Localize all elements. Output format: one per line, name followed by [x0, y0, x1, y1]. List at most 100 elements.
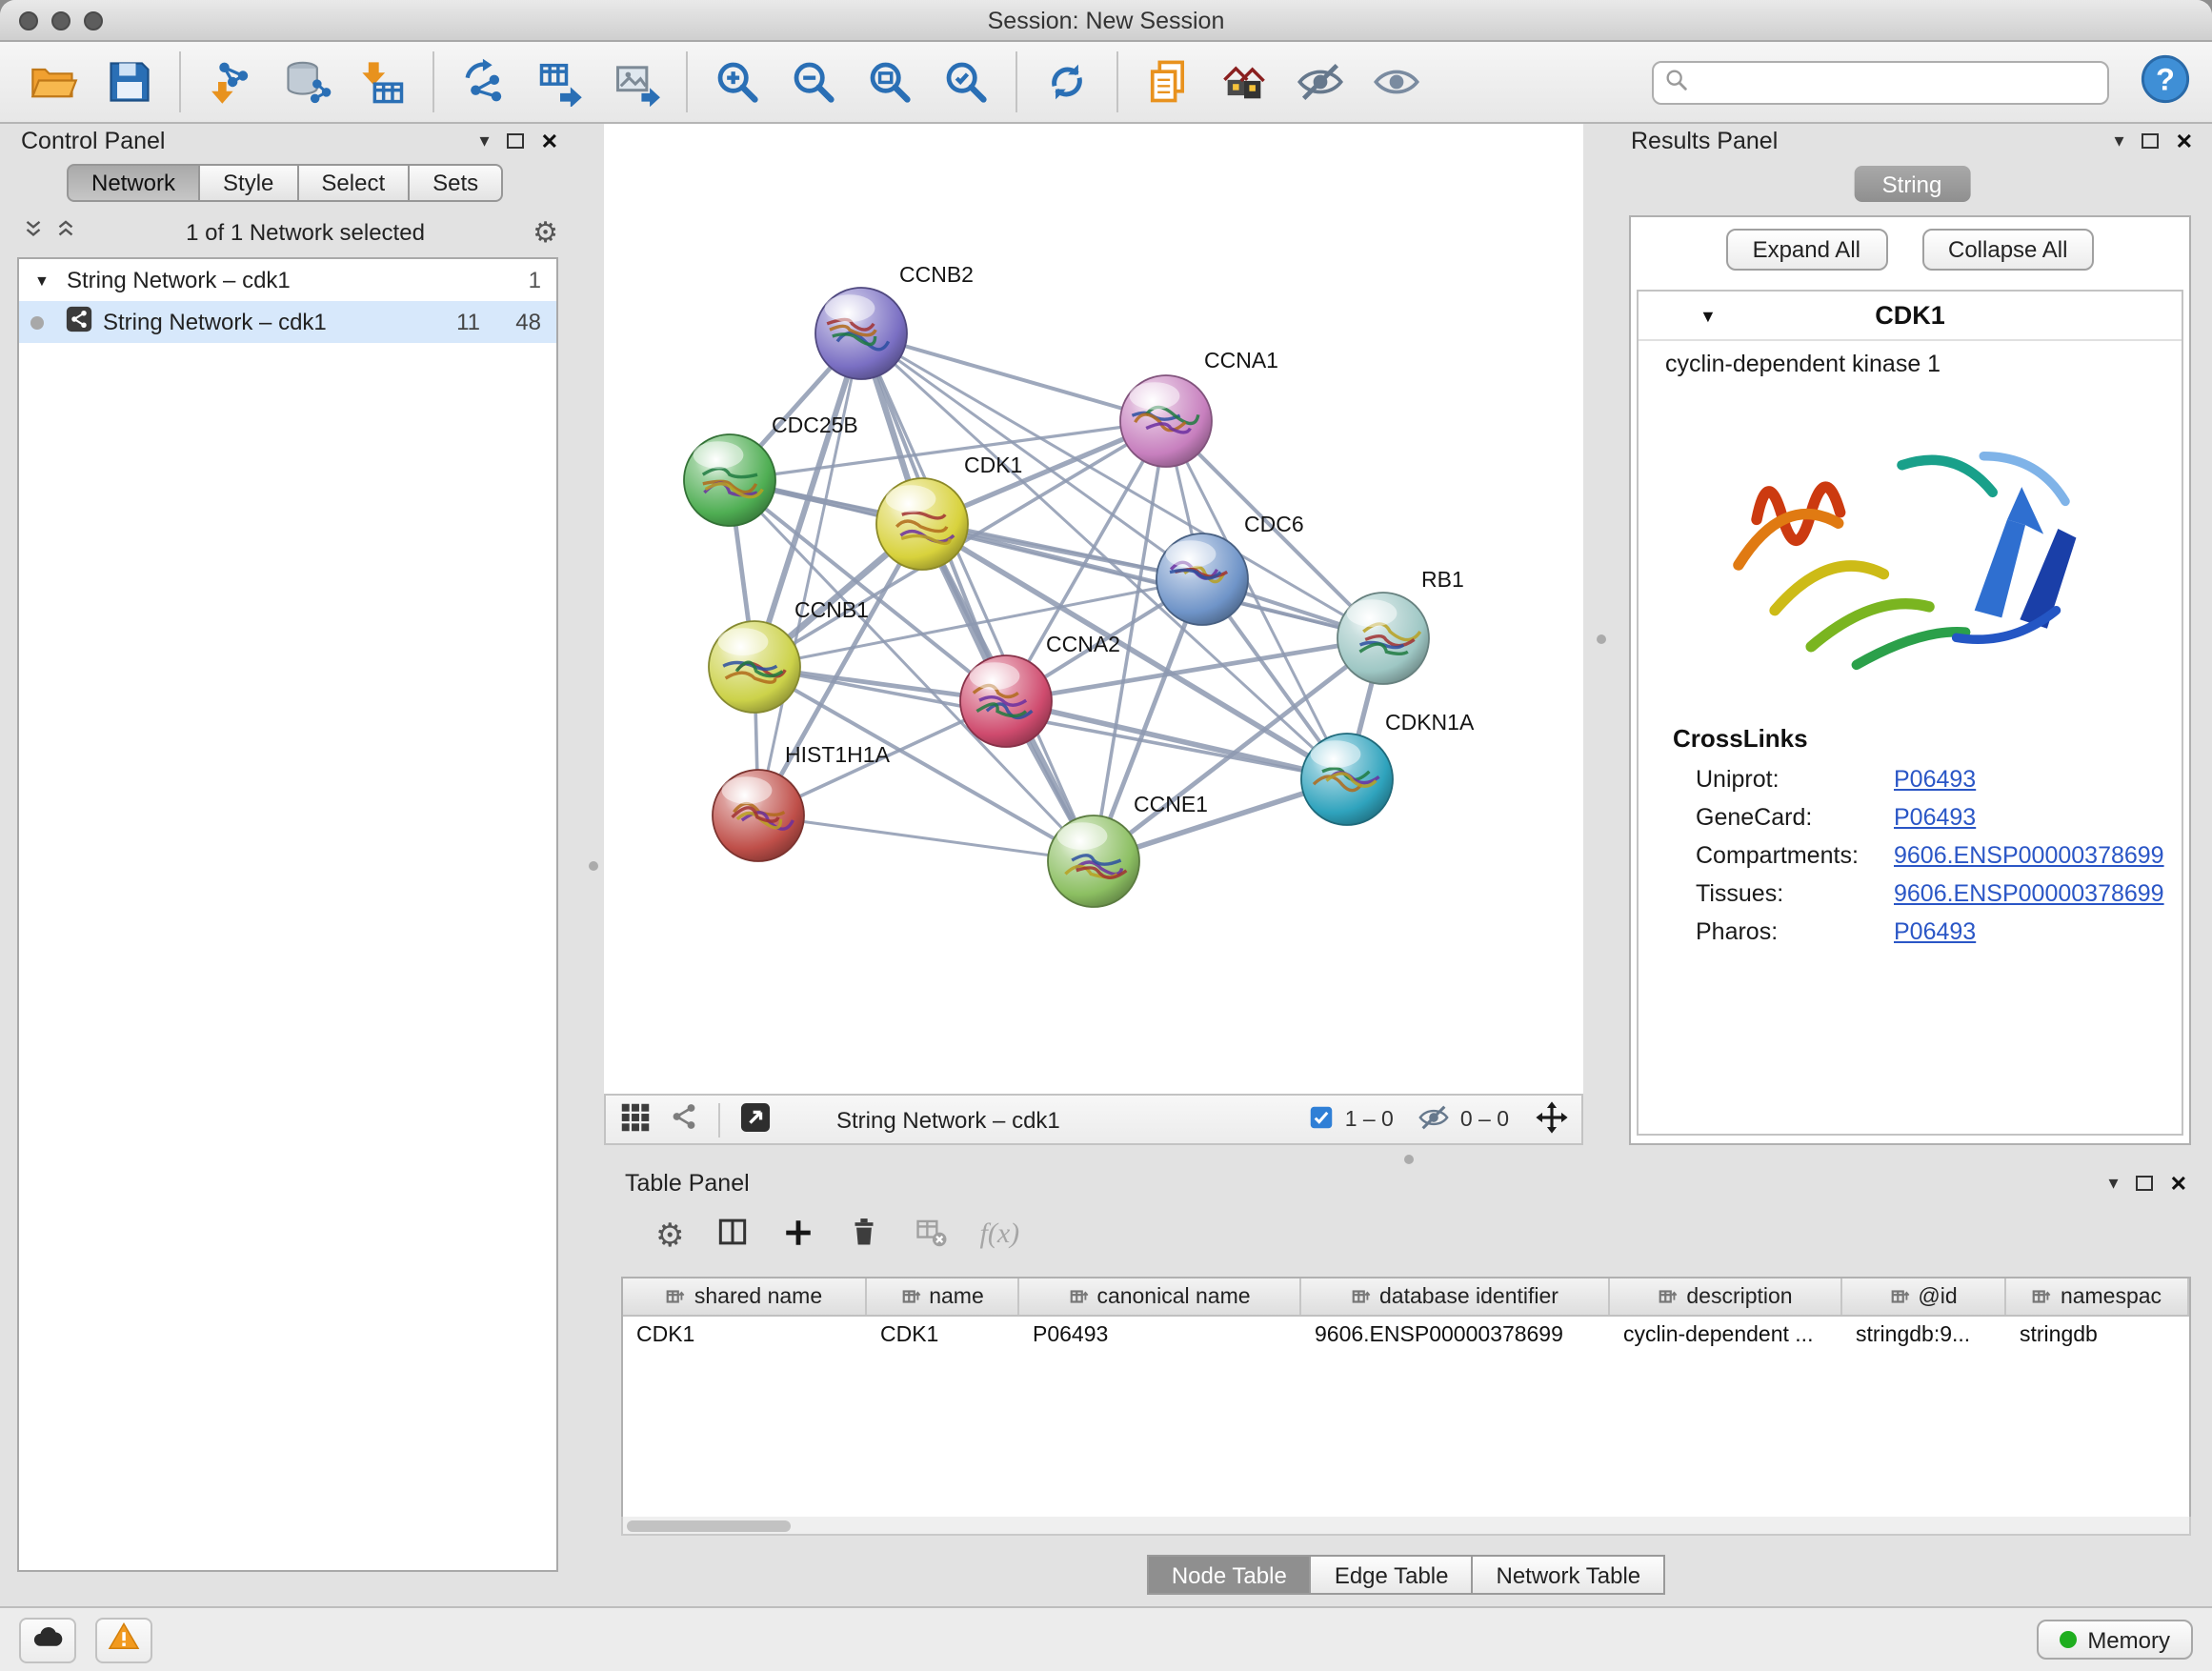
hidden-eye-slash-icon[interactable]	[1418, 1100, 1451, 1138]
tab-network[interactable]: Network	[67, 164, 200, 202]
network-overview-button[interactable]	[667, 1099, 701, 1139]
gene-disclosure-icon[interactable]: ▼	[1699, 306, 1717, 325]
expand-all-icon[interactable]	[21, 217, 46, 248]
pan-mode-button[interactable]	[1534, 1098, 1570, 1140]
search-icon	[1663, 66, 1690, 92]
tab-select[interactable]: Select	[298, 164, 410, 202]
collection-disclosure-icon[interactable]: ▼	[34, 272, 57, 289]
float-panel-icon[interactable]	[507, 133, 524, 149]
network-node-hist1h1a[interactable]: HIST1H1A	[713, 742, 891, 861]
network-node-ccnb2[interactable]: CCNB2	[815, 262, 974, 379]
import-network-from-database-button[interactable]	[269, 46, 345, 118]
close-panel-icon[interactable]: ✕	[2176, 129, 2193, 153]
new-network-from-table-button[interactable]	[522, 46, 598, 118]
cloud-icon	[30, 1620, 65, 1660]
collapse-all-icon[interactable]	[53, 217, 78, 248]
memory-button[interactable]: Memory	[2036, 1620, 2193, 1660]
crosslink-link[interactable]: P06493	[1894, 760, 1976, 798]
column-header-database-identifier[interactable]: database identifier	[1301, 1278, 1610, 1315]
panel-menu-icon[interactable]: ▾	[480, 131, 490, 151]
column-header--id[interactable]: @id	[1842, 1278, 2006, 1315]
cloud-status-button[interactable]	[19, 1617, 76, 1662]
copy-document-button[interactable]	[1130, 46, 1206, 118]
float-panel-icon[interactable]	[2142, 133, 2159, 149]
network-node-cdkn1a[interactable]: CDKN1A	[1301, 710, 1475, 825]
create-column-icon[interactable]	[782, 1215, 816, 1255]
float-panel-icon[interactable]	[2136, 1176, 2153, 1191]
search-input[interactable]	[1698, 69, 2098, 95]
save-session-button[interactable]	[91, 46, 168, 118]
tab-node-table[interactable]: Node Table	[1147, 1555, 1312, 1595]
zoom-selected-button[interactable]	[928, 46, 1004, 118]
search-box[interactable]	[1652, 60, 2109, 104]
column-header-shared-name[interactable]: shared name	[623, 1278, 867, 1315]
birds-eye-view-button[interactable]	[617, 1098, 654, 1140]
network-node-ccna1[interactable]: CCNA1	[1120, 348, 1278, 467]
expand-all-button[interactable]: Expand All	[1726, 229, 1887, 271]
column-header-namespac[interactable]: namespac	[2006, 1278, 2189, 1315]
string-home-button[interactable]	[1206, 46, 1282, 118]
import-table-from-file-button[interactable]	[345, 46, 421, 118]
delete-column-icon[interactable]	[847, 1214, 883, 1256]
network-options-gear-icon[interactable]: ⚙	[533, 218, 558, 247]
splitter-handle[interactable]	[589, 861, 598, 871]
apply-preferred-layout-button[interactable]	[1029, 46, 1105, 118]
minimize-window-button[interactable]	[51, 11, 70, 30]
zoom-out-button[interactable]	[775, 46, 852, 118]
network-row[interactable]: String Network – cdk1 11 48	[19, 301, 556, 343]
node-table[interactable]: shared namenamecanonical namedatabase id…	[621, 1277, 2191, 1536]
zoom-fit-button[interactable]	[852, 46, 928, 118]
network-view[interactable]: CCNB2CCNA1CDC25BCDK1CDC6RB1CCNB1CCNA2CDK…	[604, 124, 1583, 1094]
help-button[interactable]: ?	[2136, 53, 2193, 111]
column-header-description[interactable]: description	[1610, 1278, 1842, 1315]
new-network-button[interactable]	[446, 46, 522, 118]
panel-menu-icon[interactable]: ▾	[2109, 1173, 2119, 1194]
tab-network-table[interactable]: Network Table	[1474, 1555, 1666, 1595]
tab-edge-table[interactable]: Edge Table	[1312, 1555, 1474, 1595]
network-type-icon	[65, 305, 93, 339]
crosslink-link[interactable]: P06493	[1894, 798, 1976, 836]
crosslink-link[interactable]: 9606.ENSP00000378699	[1894, 875, 2164, 913]
splitter-handle[interactable]	[1404, 1155, 1414, 1164]
show-all-button[interactable]	[1358, 46, 1435, 118]
splitter-handle[interactable]	[1597, 634, 1606, 644]
show-hide-columns-icon[interactable]	[715, 1214, 752, 1256]
network-collection-row[interactable]: ▼ String Network – cdk1 1	[19, 259, 556, 301]
network-node-ccnb1[interactable]: CCNB1	[709, 597, 869, 713]
table-settings-gear-icon[interactable]: ⚙	[655, 1218, 685, 1251]
import-network-from-file-button[interactable]	[192, 46, 269, 118]
warnings-button[interactable]	[95, 1617, 152, 1662]
detach-view-button[interactable]	[737, 1098, 774, 1140]
zoom-window-button[interactable]	[84, 11, 103, 30]
collapse-all-button[interactable]: Collapse All	[1921, 229, 2094, 271]
table-cell: stringdb	[2006, 1324, 2189, 1347]
network-svg[interactable]: CCNB2CCNA1CDC25BCDK1CDC6RB1CCNB1CCNA2CDK…	[604, 124, 1583, 1094]
zoom-in-button[interactable]	[699, 46, 775, 118]
table-panel-header: Table Panel ▾ ✕	[617, 1166, 2195, 1200]
table-hscrollbar[interactable]	[621, 1517, 2191, 1536]
column-header-name[interactable]: name	[867, 1278, 1019, 1315]
crosslinks-list: Uniprot:P06493GeneCard:P06493Compartment…	[1639, 760, 2182, 951]
open-session-button[interactable]	[15, 46, 91, 118]
gene-header[interactable]: ▼ CDK1	[1639, 292, 2182, 341]
hide-selected-button[interactable]	[1282, 46, 1358, 118]
string-tab-badge[interactable]: String	[1854, 166, 1971, 202]
table-hscrollbar-thumb[interactable]	[627, 1520, 791, 1531]
close-window-button[interactable]	[19, 11, 38, 30]
panel-menu-icon[interactable]: ▾	[2115, 131, 2124, 151]
close-panel-icon[interactable]: ✕	[541, 129, 558, 153]
network-node-cdk1[interactable]: CDK1	[876, 453, 1022, 570]
table-row[interactable]: CDK1CDK1P064939606.ENSP00000378699cyclin…	[623, 1317, 2189, 1355]
export-image-button[interactable]	[598, 46, 674, 118]
crosslink-link[interactable]: P06493	[1894, 913, 1976, 951]
crosslink-link[interactable]: 9606.ENSP00000378699	[1894, 836, 2164, 875]
gene-section: ▼ CDK1 cyclin-dependent kinase 1	[1637, 290, 2183, 1136]
column-header-canonical-name[interactable]: canonical name	[1019, 1278, 1301, 1315]
crosslink-row: Tissues:9606.ENSP00000378699	[1696, 875, 2166, 913]
tab-sets[interactable]: Sets	[410, 164, 503, 202]
network-node-rb1[interactable]: RB1	[1337, 567, 1464, 684]
close-panel-icon[interactable]: ✕	[2170, 1171, 2187, 1196]
tab-style[interactable]: Style	[200, 164, 298, 202]
selected-checkbox-icon[interactable]	[1307, 1102, 1336, 1137]
network-node-cdc6[interactable]: CDC6	[1156, 512, 1304, 625]
